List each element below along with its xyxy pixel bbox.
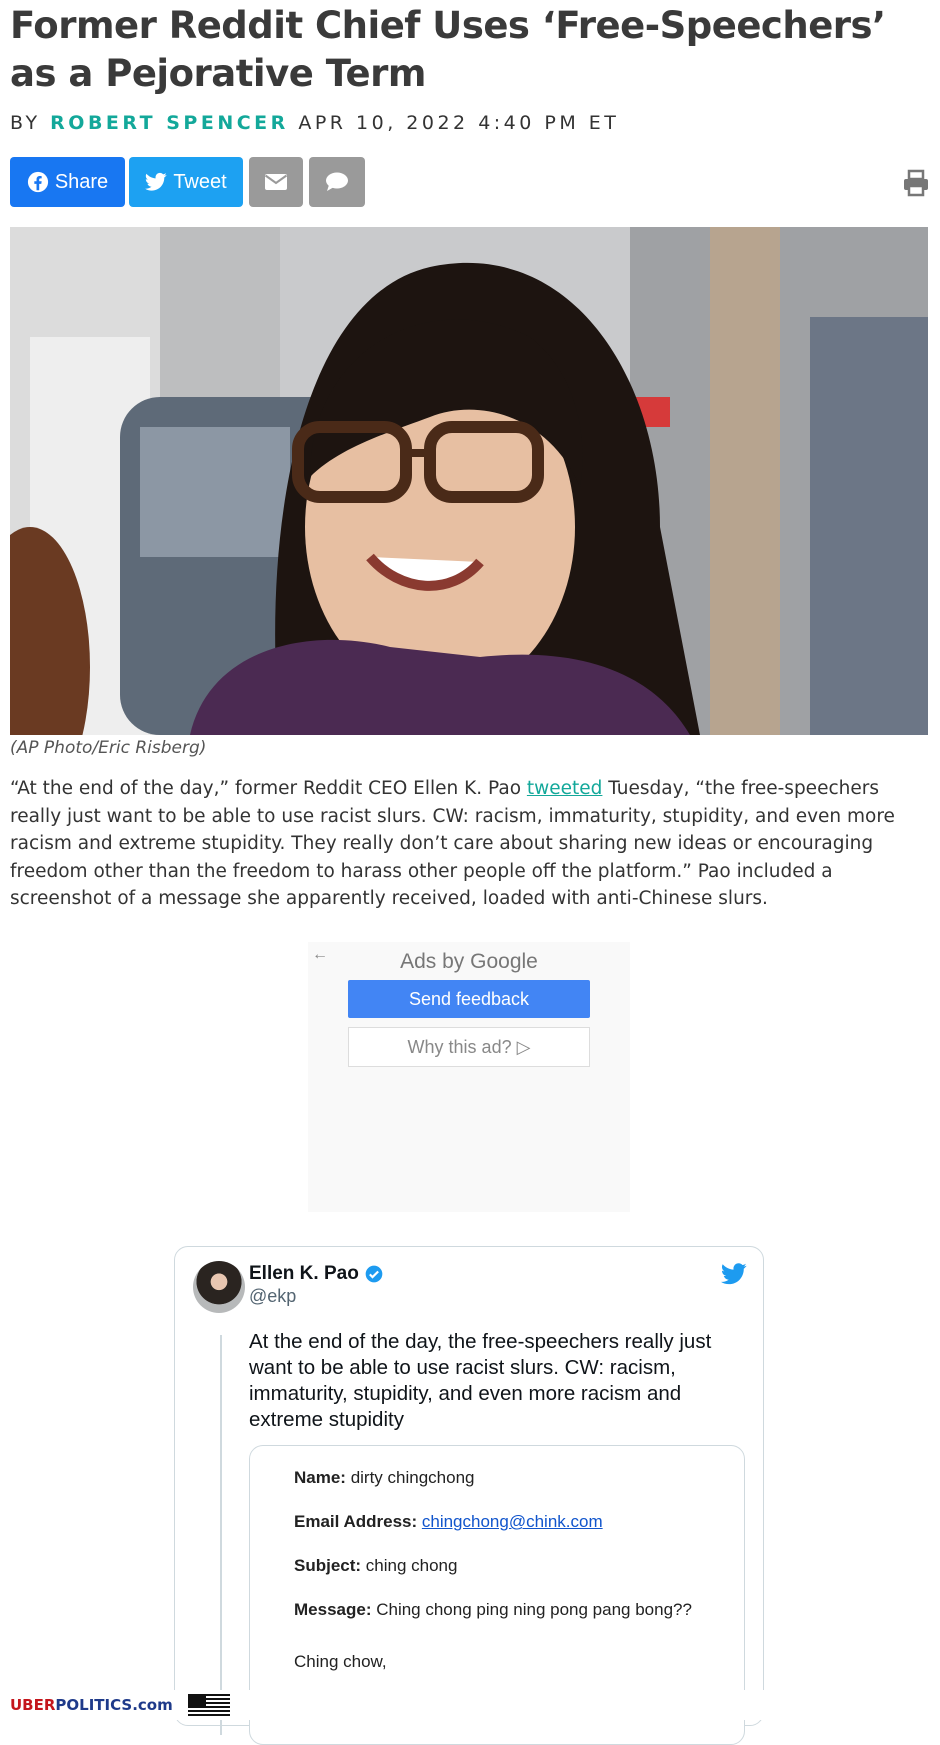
tweet-author[interactable]: Ellen K. Pao xyxy=(249,1263,384,1285)
embed-message-value: Ching chong ping ning pong pang bong?? xyxy=(371,1600,692,1619)
embed-email-row: Email Address: chingchong@chink.com xyxy=(294,1512,603,1532)
chat-bubble-icon xyxy=(324,171,350,193)
twitter-bird-icon[interactable] xyxy=(720,1263,747,1290)
comments-button[interactable] xyxy=(309,157,365,207)
tweet-author-name: Ellen K. Pao xyxy=(249,1263,359,1284)
embed-subject-label: Subject: xyxy=(294,1556,362,1575)
embed-name-row: Name: dirty chingchong xyxy=(294,1468,475,1488)
author-link[interactable]: ROBERT SPENCER xyxy=(50,112,289,134)
brand-watermark: UBERPOLITICS.com xyxy=(10,1696,173,1714)
embed-message-row: Message: Ching chong ping ning pong pang… xyxy=(294,1600,692,1620)
headline: Former Reddit Chief Uses ‘Free-Speechers… xyxy=(10,4,886,95)
envelope-icon xyxy=(264,173,288,191)
article-paragraph: “At the end of the day,” former Reddit C… xyxy=(10,775,930,913)
embed-message-label: Message: xyxy=(294,1600,372,1619)
facebook-share-label: Share xyxy=(54,170,109,193)
embed-email-link[interactable]: chingchong@chink.com xyxy=(422,1512,603,1531)
tweet-handle[interactable]: @ekp xyxy=(249,1286,296,1307)
thread-line xyxy=(220,1335,222,1735)
verified-badge-icon xyxy=(364,1264,384,1284)
tweeted-link[interactable]: tweeted xyxy=(527,778,603,799)
us-flag-icon xyxy=(188,1694,230,1716)
tweet-text: At the end of the day, the free-speecher… xyxy=(249,1330,712,1431)
twitter-tweet-label: Tweet xyxy=(173,170,227,193)
embed-name-value: dirty chingchong xyxy=(345,1468,475,1487)
watermark-footer: UBERPOLITICS.com xyxy=(0,1690,940,1720)
byline-prefix: BY xyxy=(10,112,41,134)
photo-illustration xyxy=(10,227,928,735)
embed-name-label: Name: xyxy=(294,1468,346,1487)
embed-closing: Ching chow, xyxy=(294,1652,387,1671)
byline: BY ROBERT SPENCER APR 10, 2022 4:40 PM E… xyxy=(10,112,619,134)
brand-red-text: UBER xyxy=(10,1696,56,1714)
why-this-ad-button[interactable]: Why this ad? ▷ xyxy=(348,1027,590,1067)
ads-by-google-label: Ads by Google xyxy=(400,950,538,973)
twitter-icon xyxy=(145,172,167,192)
embed-email-label: Email Address: xyxy=(294,1512,418,1531)
send-feedback-button[interactable]: Send feedback xyxy=(348,980,590,1018)
avatar[interactable] xyxy=(193,1261,245,1313)
embed-subject-row: Subject: ching chong xyxy=(294,1556,457,1576)
print-button[interactable] xyxy=(902,169,930,197)
embed-subject-value: ching chong xyxy=(361,1556,458,1575)
facebook-icon xyxy=(27,171,49,193)
photo-caption: (AP Photo/Eric Risberg) xyxy=(10,738,207,758)
twitter-tweet-button[interactable]: Tweet xyxy=(129,157,243,207)
publish-date: APR 10, 2022 4:40 PM ET xyxy=(298,112,620,134)
brand-blue-text: POLITICS.com xyxy=(55,1696,173,1714)
google-ad-panel: ← Ads by Google Send feedback Why this a… xyxy=(308,942,630,1212)
paragraph-text-start: “At the end of the day,” former Reddit C… xyxy=(10,778,527,799)
email-share-button[interactable] xyxy=(249,157,303,207)
embedded-tweet[interactable]: Ellen K. Pao @ekp At the end of the day,… xyxy=(174,1246,764,1745)
article-photo xyxy=(10,227,928,735)
facebook-share-button[interactable]: Share xyxy=(10,157,125,207)
share-bar: Share Tweet xyxy=(10,157,930,207)
printer-icon xyxy=(902,169,930,201)
